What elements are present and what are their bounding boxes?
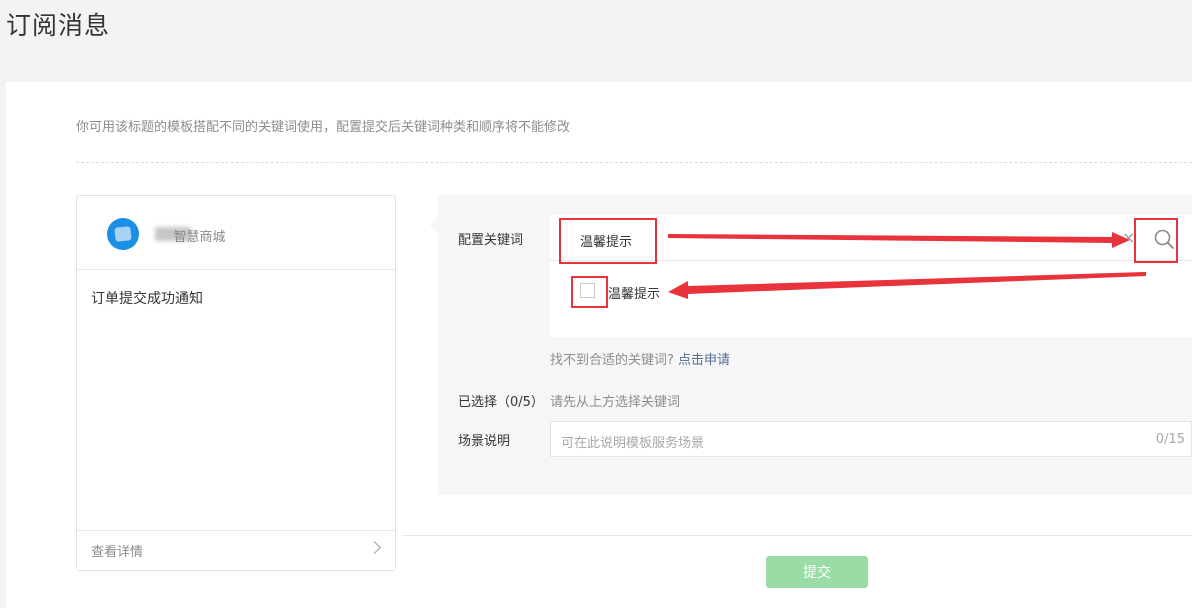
divider xyxy=(76,162,1192,163)
preview-header: 智慧商城 xyxy=(77,196,395,270)
apply-keyword-link[interactable]: 点击申请 xyxy=(678,353,730,368)
annotation-box-search xyxy=(1134,218,1178,263)
keyword-option-label[interactable]: 温馨提示 xyxy=(608,283,660,302)
template-title: 订单提交成功通知 xyxy=(91,291,203,307)
view-details-row[interactable]: 查看详情 xyxy=(77,530,395,570)
shop-name: 智慧商城 xyxy=(173,230,226,245)
scene-char-count: 0/15 xyxy=(1155,432,1185,447)
avatar-icon xyxy=(107,218,139,250)
message-preview-card: 智慧商城 订单提交成功通知 查看详情 xyxy=(76,195,396,571)
hint-text: 找不到合适的关键词? xyxy=(550,353,674,368)
chevron-right-icon xyxy=(368,541,381,554)
page-title: 订阅消息 xyxy=(6,11,111,40)
selected-hint: 请先从上方选择关键词 xyxy=(550,395,681,410)
scene-placeholder: 可在此说明模板服务场景 xyxy=(561,436,705,451)
annotation-box-keyword xyxy=(559,218,657,264)
annotation-box-checkbox xyxy=(571,276,608,308)
template-tip: 你可用该标题的模板搭配不同的关键词使用，配置提交后关键词种类和顺序将不能修改 xyxy=(76,120,571,135)
footer-divider xyxy=(402,535,1192,536)
main-card: 你可用该标题的模板搭配不同的关键词使用，配置提交后关键词种类和顺序将不能修改 智… xyxy=(6,82,1192,608)
submit-button[interactable]: 提交 xyxy=(766,556,868,588)
scene-description-input[interactable]: 可在此说明模板服务场景 0/15 xyxy=(550,421,1192,457)
scene-label: 场景说明 xyxy=(458,434,511,449)
view-details-link[interactable]: 查看详情 xyxy=(91,541,143,560)
selected-count-label: 已选择（0/5） xyxy=(458,395,544,410)
keyword-hint: 找不到合适的关键词? 点击申请 xyxy=(550,349,730,368)
keyword-config-panel: 配置关键词 温馨提示 × 温馨提示 找不到合适的关键词? 点击申请 已选择（0/… xyxy=(430,195,1192,495)
keyword-label: 配置关键词 xyxy=(458,233,524,248)
